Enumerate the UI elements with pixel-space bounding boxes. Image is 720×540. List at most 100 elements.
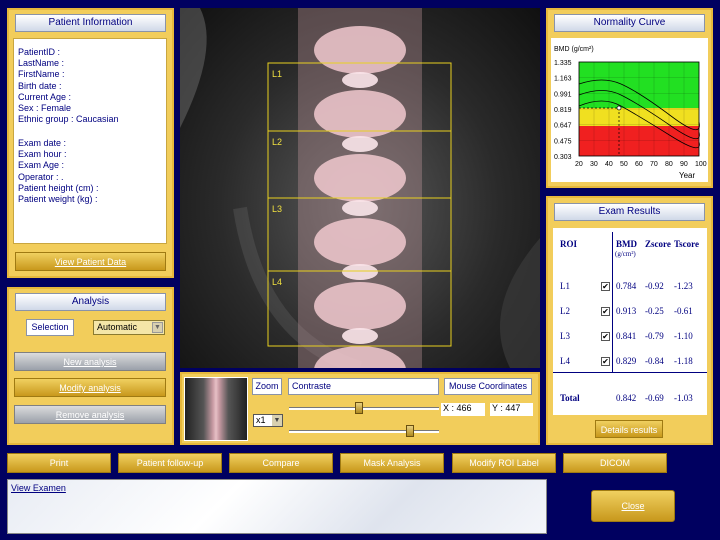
- new-analysis-button[interactable]: New analysis: [14, 352, 166, 371]
- modify-analysis-button[interactable]: Modify analysis: [14, 378, 166, 397]
- y-coordinate: Y : 447: [490, 403, 533, 416]
- curve-ylabel: BMD (g/cm²): [554, 46, 594, 53]
- result-roi: L1: [560, 281, 570, 291]
- view-examen-area[interactable]: View Examen: [7, 479, 547, 534]
- spine-scan-image[interactable]: L1 L2 L3 L4: [180, 8, 540, 368]
- mouse-coordinates-label: Mouse Coordinates: [444, 378, 532, 395]
- result-roi: L2: [560, 306, 570, 316]
- vertebra: [314, 218, 406, 266]
- close-button[interactable]: Close: [591, 490, 675, 522]
- x-tick-label: 60: [635, 161, 643, 168]
- roi-checkbox[interactable]: ✔: [601, 307, 610, 316]
- selection-value: Automatic: [97, 322, 138, 332]
- header-bmd-unit: (g/cm²): [615, 250, 636, 258]
- normality-curve-box: BMD (g/cm²) 1.335 1.163 0.991 0.819 0.647 0.4…: [551, 38, 708, 182]
- result-tscore: -0.61: [674, 306, 693, 316]
- toolbar-button-modify-roi-label[interactable]: Modify ROI Label: [452, 453, 556, 473]
- exam-field: Exam Age :: [18, 160, 65, 171]
- x-tick-label: 70: [650, 161, 658, 168]
- total-tscore: -1.03: [674, 393, 693, 403]
- exam-field: Operator : .: [18, 171, 64, 182]
- y-tick-label: 1.335: [554, 60, 572, 67]
- result-tscore: -1.18: [674, 356, 693, 366]
- result-tscore: -1.10: [674, 331, 693, 341]
- roi-checkbox[interactable]: ✔: [601, 332, 610, 341]
- roi-label: L4: [272, 277, 282, 287]
- roi-checkbox[interactable]: ✔: [601, 357, 610, 366]
- normality-curve-title: Normality Curve: [554, 14, 705, 32]
- spinous-process: [342, 328, 378, 344]
- x-coordinate: X : 466: [441, 403, 485, 416]
- contrast-slider-top-handle[interactable]: [355, 402, 363, 414]
- exam-field: Exam date :: [18, 138, 67, 148]
- result-bmd: 0.841: [616, 331, 637, 341]
- thumbnail-image[interactable]: [184, 377, 248, 441]
- patient-field: Ethnic group : Caucasian: [18, 114, 119, 125]
- y-tick-label: 0.475: [554, 138, 572, 145]
- result-bmd: 0.784: [616, 281, 637, 291]
- selection-dropdown[interactable]: Automatic ▼: [93, 320, 165, 335]
- view-examen-link[interactable]: View Examen: [11, 483, 66, 493]
- patient-info-title: Patient Information: [15, 14, 166, 32]
- y-tick-label: 1.163: [554, 76, 572, 83]
- y-tick-label: 0.303: [554, 154, 572, 161]
- patient-point: [616, 105, 622, 111]
- header-roi: ROI: [560, 239, 578, 249]
- x-tick-label: 20: [575, 161, 583, 168]
- patient-field: PatientID :: [18, 47, 61, 57]
- total-divider: [553, 372, 707, 373]
- header-vline: [612, 232, 613, 372]
- scan-svg: L1 L2 L3 L4: [180, 8, 540, 368]
- chevron-down-icon: ▼: [272, 415, 282, 426]
- header-bmd: BMD: [616, 239, 637, 249]
- roi-label: L1: [272, 69, 282, 79]
- toolbar-button-patient-follow-up[interactable]: Patient follow-up: [118, 453, 222, 473]
- contrast-slider-top[interactable]: [289, 407, 439, 410]
- patient-field: Current Age :: [18, 91, 72, 102]
- exam-field: Patient height (cm) :: [18, 182, 99, 193]
- y-tick-label: 0.647: [554, 123, 572, 130]
- analysis-title: Analysis: [15, 293, 166, 311]
- patient-field: Birth date :: [18, 80, 62, 91]
- zoom-dropdown[interactable]: x1 ▼: [253, 414, 283, 427]
- zoom-label: Zoom: [252, 378, 282, 395]
- vertebra: [314, 282, 406, 330]
- vertebra: [314, 154, 406, 202]
- remove-analysis-button[interactable]: Remove analysis: [14, 405, 166, 424]
- patient-field: Sex : Female: [18, 103, 72, 114]
- toolbar-button-dicom[interactable]: DICOM: [563, 453, 667, 473]
- total-zscore: -0.69: [645, 393, 664, 403]
- selection-label: Selection: [26, 319, 74, 336]
- details-results-button[interactable]: Details results: [595, 420, 663, 438]
- spinous-process: [342, 72, 378, 88]
- contrast-slider-bottom-handle[interactable]: [406, 425, 414, 437]
- result-bmd: 0.829: [616, 356, 637, 366]
- patient-field: FirstName :: [18, 69, 65, 80]
- roi-checkbox[interactable]: ✔: [601, 282, 610, 291]
- result-tscore: -1.23: [674, 281, 693, 291]
- result-zscore: -0.25: [645, 306, 664, 316]
- y-tick-label: 0.991: [554, 91, 572, 98]
- contrast-slider-bottom[interactable]: [289, 430, 439, 433]
- patient-field: LastName :: [18, 58, 65, 69]
- header-zscore: Zscore: [645, 239, 671, 249]
- exam-field: Exam hour :: [18, 149, 67, 160]
- x-tick-label: 40: [605, 161, 613, 168]
- result-zscore: -0.79: [645, 331, 664, 341]
- spinous-process: [342, 136, 378, 152]
- result-roi: L3: [560, 331, 570, 341]
- result-zscore: -0.84: [645, 356, 664, 366]
- roi-label: L3: [272, 204, 282, 214]
- patient-fields: PatientID : LastName : FirstName : Birth da…: [18, 47, 119, 125]
- roi-label: L2: [272, 137, 282, 147]
- vertebra: [314, 26, 406, 74]
- x-tick-label: 100: [695, 161, 707, 168]
- toolbar-button-compare[interactable]: Compare: [229, 453, 333, 473]
- spinous-process: [342, 264, 378, 280]
- patient-info-box: PatientID : LastName : FirstName : Birth da…: [13, 38, 167, 244]
- result-bmd: 0.913: [616, 306, 637, 316]
- total-bmd: 0.842: [616, 393, 637, 403]
- toolbar-button-mask-analysis[interactable]: Mask Analysis: [340, 453, 444, 473]
- view-patient-data-button[interactable]: View Patient Data: [15, 252, 166, 271]
- toolbar-button-print[interactable]: Print: [7, 453, 111, 473]
